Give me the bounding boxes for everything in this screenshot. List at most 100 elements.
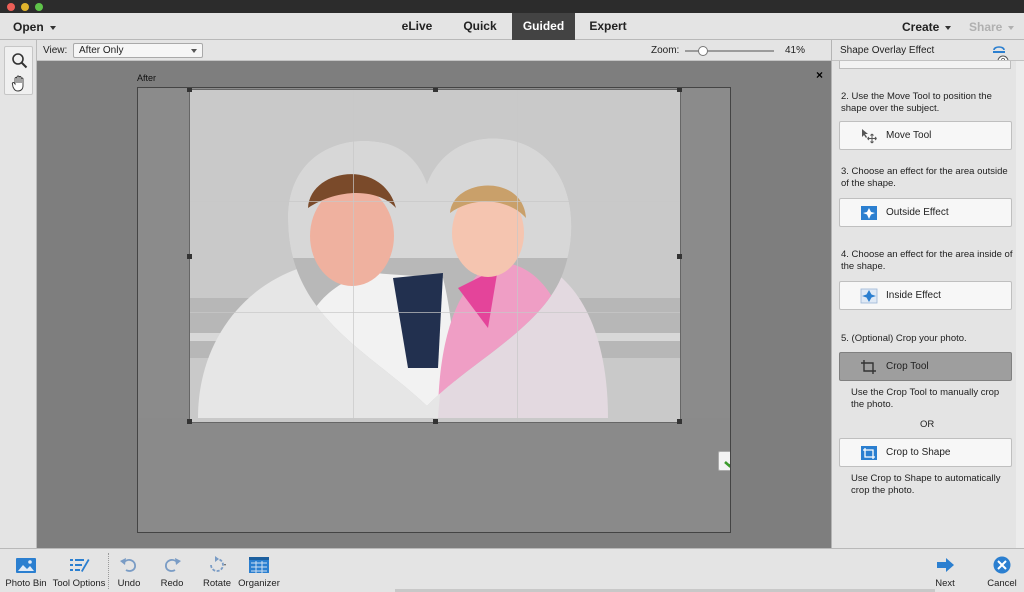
rotate-icon — [210, 556, 226, 572]
crop-handle-bottom[interactable] — [433, 419, 438, 424]
crop-tool-icon — [861, 360, 876, 374]
tab-expert[interactable]: Expert — [583, 13, 633, 40]
window-titlebar — [0, 0, 1024, 13]
outside-effect-label: Outside Effect — [886, 207, 949, 218]
move-tool-button[interactable]: Move Tool — [839, 121, 1012, 150]
panel-title: Shape Overlay Effect — [840, 45, 935, 56]
tab-elive[interactable]: eLive — [392, 13, 442, 40]
chevron-down-icon — [945, 25, 952, 30]
crop-tool-button[interactable]: Crop Tool — [839, 352, 1012, 381]
open-menu[interactable]: Open — [13, 20, 56, 34]
photo-bin-label: Photo Bin — [5, 578, 47, 589]
crop-handle-top-left[interactable] — [187, 88, 192, 92]
tab-label: Expert — [589, 19, 627, 33]
bottom-separator — [108, 553, 109, 589]
commit-check-icon[interactable] — [724, 455, 731, 468]
crop-handle-right[interactable] — [677, 254, 682, 259]
crop-selection[interactable] — [187, 88, 682, 424]
crop-grid-line — [353, 90, 354, 422]
step2-text: 2. Use the Move Tool to position the sha… — [841, 91, 992, 114]
inside-effect-button[interactable]: Inside Effect — [839, 281, 1012, 310]
next-button[interactable]: Next — [929, 549, 961, 592]
close-window-button[interactable] — [7, 3, 15, 11]
move-tool-label: Move Tool — [886, 130, 932, 141]
step5-text: 5. (Optional) Crop your photo. — [841, 333, 967, 344]
redo-icon — [165, 558, 181, 572]
tab-label: eLive — [401, 19, 433, 33]
share-menu-label: Share — [969, 20, 1003, 34]
view-select-value: After Only — [79, 45, 124, 56]
inside-effect-label: Inside Effect — [886, 290, 941, 301]
tool-options-label: Tool Options — [52, 578, 106, 589]
hand-icon[interactable] — [11, 74, 28, 92]
tab-quick[interactable]: Quick — [455, 13, 505, 40]
arrow-right-icon — [937, 558, 954, 572]
zoom-label: Zoom: — [651, 45, 680, 56]
tab-label: Quick — [463, 19, 497, 33]
tab-label: Guided — [522, 19, 565, 33]
organizer-icon — [249, 557, 269, 573]
zoom-slider[interactable] — [685, 46, 774, 56]
chevron-down-icon — [1008, 25, 1015, 30]
view-tools-group — [4, 46, 33, 95]
cancel-button[interactable]: Cancel — [984, 549, 1020, 592]
zoom-window-button[interactable] — [35, 3, 43, 11]
panel-scrollbar[interactable] — [1016, 61, 1024, 548]
view-select[interactable]: After Only — [73, 43, 203, 58]
create-menu[interactable]: Create — [902, 20, 952, 34]
tab-guided[interactable]: Guided — [512, 13, 575, 40]
toolbox — [0, 40, 37, 548]
crop-handle-top-right[interactable] — [677, 88, 682, 92]
crop-tool-label: Crop Tool — [886, 361, 929, 372]
create-menu-label: Create — [902, 20, 940, 34]
tool-options-icon — [70, 559, 90, 572]
redo-button[interactable]: Redo — [156, 549, 188, 592]
undo-label: Undo — [117, 578, 141, 589]
rotate-label: Rotate — [203, 578, 231, 589]
crop-to-shape-button[interactable]: Crop to Shape — [839, 438, 1012, 467]
undo-icon — [120, 558, 136, 572]
crop-commit-bar — [718, 451, 731, 471]
share-menu[interactable]: Share — [969, 20, 1015, 34]
crop-grid-line — [190, 201, 680, 202]
outside-effect-icon — [861, 206, 877, 220]
magnifier-icon[interactable] — [11, 52, 28, 69]
close-icon[interactable]: × — [816, 68, 823, 82]
crop-handle-bottom-left[interactable] — [187, 419, 192, 424]
step3-text: 3. Choose an effect for the area outside… — [841, 166, 1008, 189]
crop-tool-help: Use the Crop Tool to manually crop the p… — [851, 387, 1000, 410]
crop-handle-bottom-right[interactable] — [677, 419, 682, 424]
inside-effect-icon — [860, 288, 878, 304]
photo-canvas[interactable] — [137, 87, 731, 533]
guided-panel: Shape Overlay Effect ? 2. Use the Move T… — [831, 40, 1024, 548]
bottom-bar: Photo Bin Tool Options Undo Redo Rotate — [0, 548, 1024, 592]
organizer-label: Organizer — [238, 578, 280, 589]
cancel-label: Cancel — [987, 578, 1017, 589]
move-tool-icon — [862, 129, 877, 144]
crop-handle-left[interactable] — [187, 254, 192, 259]
chevron-down-icon — [191, 49, 197, 53]
tool-options-button[interactable]: Tool Options — [52, 549, 106, 592]
next-label: Next — [935, 578, 955, 589]
step4-text: 4. Choose an effect for the area inside … — [841, 249, 1013, 272]
crop-to-shape-help: Use Crop to Shape to automatically crop … — [851, 473, 1001, 496]
crop-to-shape-icon — [861, 446, 877, 460]
top-bar: Open eLive Quick Guided Expert Create Sh… — [0, 13, 1024, 40]
crop-grid-line — [190, 312, 680, 313]
undo-button[interactable]: Undo — [113, 549, 145, 592]
photo-bin-icon — [16, 558, 36, 573]
chevron-down-icon — [49, 25, 56, 30]
zoom-slider-handle[interactable] — [698, 46, 708, 56]
crop-handle-top[interactable] — [433, 88, 438, 92]
photo-bin-button[interactable]: Photo Bin — [4, 549, 48, 592]
reset-panel-icon[interactable] — [992, 43, 1006, 55]
minimize-window-button[interactable] — [21, 3, 29, 11]
open-menu-label: Open — [13, 20, 44, 34]
outside-effect-button[interactable]: Outside Effect — [839, 198, 1012, 227]
or-text: OR — [920, 419, 935, 430]
organizer-button[interactable]: Organizer — [238, 549, 280, 592]
after-label: After — [137, 73, 157, 83]
rotate-button[interactable]: Rotate — [198, 549, 236, 592]
previous-step-box — [839, 61, 1011, 69]
redo-label: Redo — [160, 578, 184, 589]
